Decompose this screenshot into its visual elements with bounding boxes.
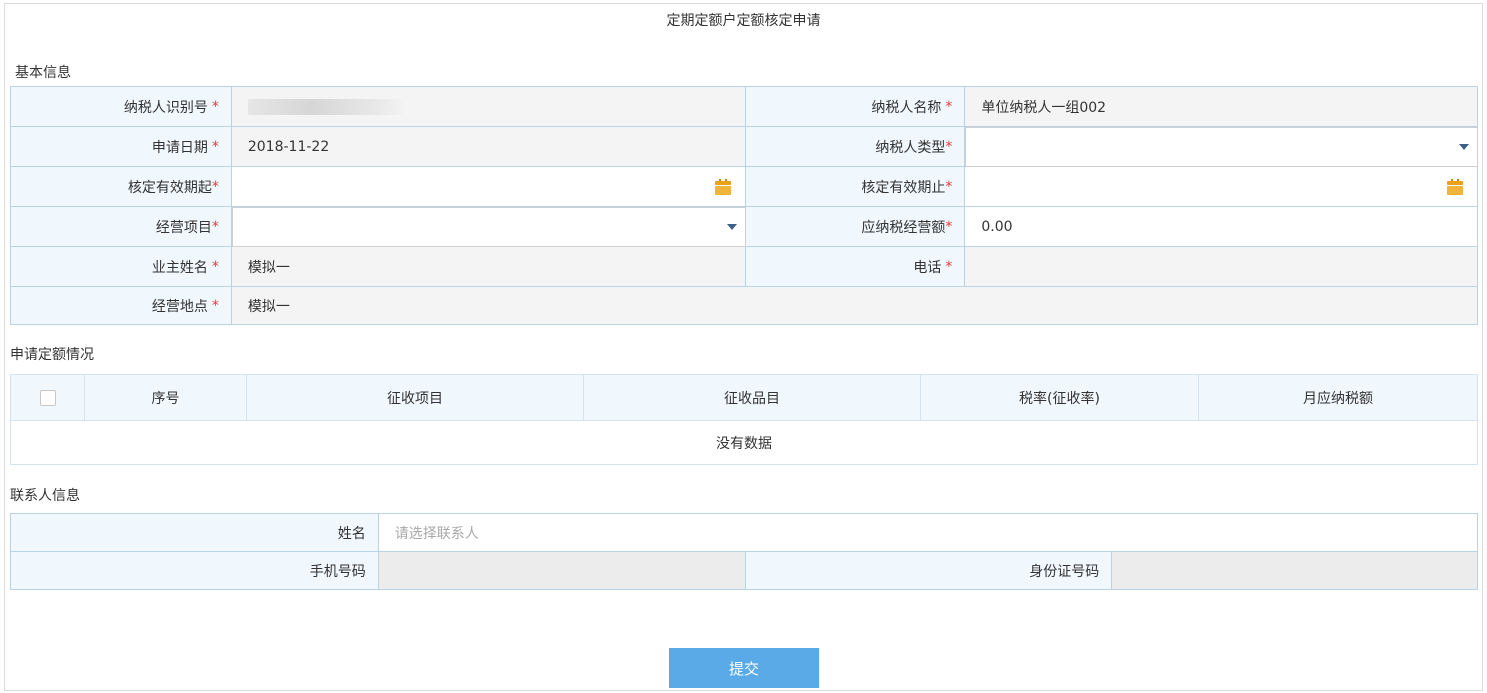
row-valid-period: 核定有效期起 * 核定有效期止 * [11, 167, 1478, 207]
id-card-field [1112, 552, 1478, 590]
apply-date-field: 2018-11-22 [231, 127, 746, 167]
col-seq: 序号 [85, 375, 247, 420]
calendar-icon[interactable] [714, 178, 731, 195]
taxpayer-id-label: 纳税人识别号 * [11, 87, 232, 127]
basic-info-grid: 纳税人识别号 * 纳税人名称 * 单位纳税人一组002 申请日期 * 2018-11-… [10, 86, 1478, 325]
page-title: 定期定额户定额核定申请 [666, 13, 821, 29]
basic-info-title: 基本信息 [15, 65, 71, 81]
select-all-checkbox[interactable] [39, 389, 56, 406]
apply-date-label: 申请日期 * [11, 127, 232, 167]
col-monthly-tax: 月应纳税额 [1303, 390, 1373, 407]
contact-name-input[interactable]: 请选择联系人 [378, 514, 1478, 552]
owner-name-label: 业主姓名 * [11, 247, 232, 287]
row-business: 经营项目 * 应纳税经营额 * 0.00 [11, 207, 1478, 247]
taxpayer-type-label: 纳税人类型 * [745, 127, 966, 167]
chevron-down-icon[interactable] [726, 224, 737, 230]
row-owner: 业主姓名 * 模拟一 电话 * [11, 247, 1478, 287]
valid-from-input[interactable] [231, 167, 746, 207]
quota-section-title: 申请定额情况 [10, 347, 94, 363]
row-taxpayer: 纳税人识别号 * 纳税人名称 * 单位纳税人一组002 [11, 87, 1478, 127]
valid-to-label: 核定有效期止 * [745, 167, 966, 207]
chevron-down-icon[interactable] [1459, 144, 1469, 150]
quota-table: 序号 征收项目 征收品目 税率(征收率) 月应纳税额 没有数据 [10, 374, 1478, 465]
taxable-amount-label: 应纳税经营额 * [745, 207, 966, 247]
col-levy-item: 征收项目 [247, 375, 584, 420]
row-contact-ids: 手机号码 身份证号码 [11, 552, 1478, 590]
valid-from-label: 核定有效期起 * [11, 167, 232, 207]
business-item-select[interactable] [231, 207, 746, 247]
taxpayer-id-field [231, 87, 746, 127]
owner-name-field: 模拟一 [231, 247, 746, 287]
mobile-field [378, 552, 746, 590]
taxpayer-name-field: 单位纳税人一组002 [965, 87, 1478, 127]
row-address: 经营地点 * 模拟一 [11, 287, 1478, 325]
taxpayer-name-label: 纳税人名称 * [745, 87, 966, 127]
contact-section-title: 联系人信息 [10, 488, 80, 504]
contact-table: 姓名 请选择联系人 手机号码 身份证号码 [10, 513, 1478, 590]
row-contact-name: 姓名 请选择联系人 [11, 514, 1478, 552]
empty-state: 没有数据 [11, 421, 1477, 464]
col-levy-category: 征收品目 [584, 375, 921, 420]
select-all-cell [11, 375, 85, 420]
mobile-label: 手机号码 [11, 552, 379, 590]
taxpayer-type-select[interactable] [965, 127, 1478, 167]
phone-label: 电话 * [745, 247, 966, 287]
contact-name-label: 姓名 [11, 514, 379, 552]
address-field: 模拟一 [231, 287, 1478, 325]
quota-table-header: 序号 征收项目 征收品目 税率(征收率) 月应纳税额 [11, 375, 1477, 421]
valid-to-input[interactable] [965, 167, 1478, 207]
business-item-label: 经营项目 * [11, 207, 232, 247]
calendar-icon[interactable] [1447, 178, 1463, 195]
col-tax-rate: 税率(征收率) [921, 375, 1199, 420]
phone-field [965, 247, 1478, 287]
row-date-type: 申请日期 * 2018-11-22 纳税人类型 * [11, 127, 1478, 167]
address-label: 经营地点 * [11, 287, 232, 325]
id-card-label: 身份证号码 [745, 552, 1113, 590]
masked-value [247, 98, 408, 115]
taxable-amount-input[interactable]: 0.00 [965, 207, 1478, 247]
submit-button[interactable]: 提交 [669, 648, 819, 688]
